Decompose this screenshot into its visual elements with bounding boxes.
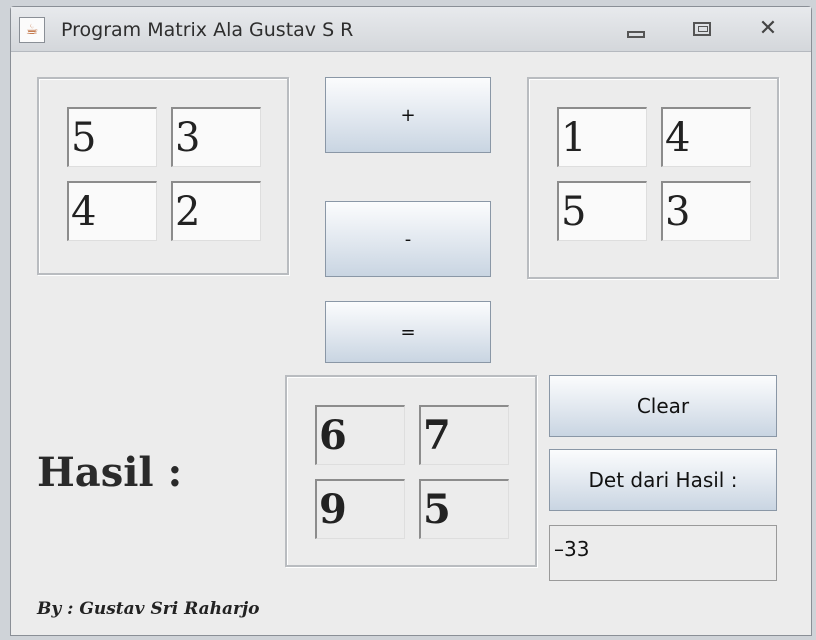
matrix-b-cell-0-0[interactable] — [557, 107, 647, 167]
subtract-button[interactable]: - — [325, 201, 491, 277]
result-label: Hasil : — [37, 449, 183, 496]
result-matrix-panel — [285, 375, 537, 567]
result-cell-1-0[interactable] — [315, 479, 405, 539]
result-cell-0-0[interactable] — [315, 405, 405, 465]
matrix-a-cell-0-0[interactable] — [67, 107, 157, 167]
result-cell-1-1[interactable] — [419, 479, 509, 539]
close-icon: ✕ — [758, 16, 778, 41]
matrix-b-cell-1-1[interactable] — [661, 181, 751, 241]
matrix-a-cell-1-1[interactable] — [171, 181, 261, 241]
matrix-a-cell-0-1[interactable] — [171, 107, 261, 167]
title-bar[interactable]: ☕ Program Matrix Ala Gustav S R ✕ — [11, 7, 811, 52]
minimize-button[interactable] — [621, 17, 651, 41]
author-credit: By : Gustav Sri Raharjo — [37, 599, 260, 619]
determinant-button[interactable]: Det dari Hasil : — [549, 449, 777, 511]
result-cell-0-1[interactable] — [419, 405, 509, 465]
minimize-icon — [627, 30, 645, 38]
equals-button[interactable]: = — [325, 301, 491, 363]
maximize-icon — [693, 22, 711, 36]
matrix-b-cell-0-1[interactable] — [661, 107, 751, 167]
matrix-b-panel — [527, 77, 779, 279]
determinant-field[interactable]: –33 — [549, 525, 777, 581]
matrix-b-cell-1-0[interactable] — [557, 181, 647, 241]
window-title: Program Matrix Ala Gustav S R — [61, 19, 354, 41]
clear-button[interactable]: Clear — [549, 375, 777, 437]
add-button[interactable]: + — [325, 77, 491, 153]
matrix-a-panel — [37, 77, 289, 275]
matrix-a-cell-1-0[interactable] — [67, 181, 157, 241]
maximize-button[interactable] — [687, 17, 717, 41]
app-window: ☕ Program Matrix Ala Gustav S R ✕ + - = … — [10, 6, 812, 636]
java-cup-icon[interactable]: ☕ — [19, 17, 45, 43]
close-button[interactable]: ✕ — [753, 17, 783, 41]
